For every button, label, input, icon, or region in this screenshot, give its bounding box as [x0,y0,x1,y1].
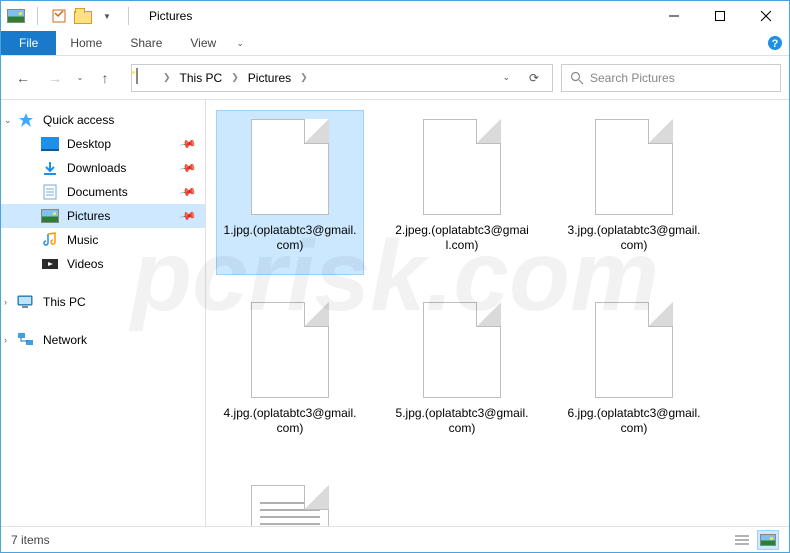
statusbar: 7 items [1,526,789,552]
pin-icon: 📌 [179,183,198,202]
view-largeicons-button[interactable] [757,530,779,550]
app-icon [7,7,25,25]
file-icon [251,302,329,398]
downloads-icon [41,159,59,177]
textfile-icon [251,485,329,526]
videos-icon [41,255,59,273]
sidebar-item-label: Documents [67,185,128,199]
pin-icon: 📌 [179,159,198,178]
file-item[interactable]: 4.jpg.(oplatabtc3@gmail.com) [216,293,364,458]
search-input[interactable]: Search Pictures [561,64,781,92]
sidebar-item-documents[interactable]: Documents 📌 [1,180,205,204]
sidebar-item-label: Desktop [67,137,111,151]
file-item[interactable]: 1.jpg.(oplatabtc3@gmail.com) [216,110,364,275]
sidebar-thispc[interactable]: › This PC [1,290,205,314]
ribbon-tabs: File Home Share View ⌄ ? [1,31,789,56]
pin-icon: 📌 [179,207,198,226]
file-icon [423,119,501,215]
file-pane[interactable]: 1.jpg.(oplatabtc3@gmail.com) 2.jpeg.(opla… [206,100,789,526]
breadcrumb-item-pictures[interactable]: Pictures [244,69,295,87]
sidebar-item-music[interactable]: Music [1,228,205,252]
music-icon [41,231,59,249]
documents-icon [41,183,59,201]
nav-up-button[interactable]: ↑ [91,64,119,92]
explorer-window: ▼ Pictures File Home Share View ⌄ ? ← → … [0,0,790,553]
file-icon [595,302,673,398]
breadcrumb-item-thispc[interactable]: This PC [176,69,227,87]
maximize-button[interactable] [697,1,743,31]
file-item[interactable]: 6.jpg.(oplatabtc3@gmail.com) [560,293,708,458]
tab-view[interactable]: View [176,31,230,55]
file-icon [595,119,673,215]
svg-text:?: ? [772,38,779,50]
file-name: 6.jpg.(oplatabtc3@gmail.com) [561,406,707,436]
star-icon [17,111,35,129]
qat-newfolder-icon[interactable] [74,7,92,25]
sidebar: ⌄ Quick access Desktop📌Downloads📌Documen… [1,100,206,526]
navbar: ← → ⌄ ↑ ❯ This PC ❯ Pictures ❯ ⌄ ⟳ Searc… [1,56,789,100]
chevron-right-icon[interactable]: ❯ [228,72,242,83]
tab-file[interactable]: File [1,31,56,55]
file-name: 4.jpg.(oplatabtc3@gmail.com) [217,406,363,436]
file-item[interactable]: 5.jpg.(oplatabtc3@gmail.com) [388,293,536,458]
chevron-right-icon[interactable]: › [4,335,7,345]
help-icon[interactable]: ? [761,31,789,55]
window-title: Pictures [149,9,192,23]
qat-properties-icon[interactable] [50,7,68,25]
ribbon-expand-icon[interactable]: ⌄ [230,31,250,55]
breadcrumb-location-icon [136,69,154,87]
nav-back-button[interactable]: ← [9,64,37,92]
qat-dropdown-icon[interactable]: ▼ [98,7,116,25]
pictures-icon [41,207,59,225]
sidebar-network[interactable]: › Network [1,328,205,352]
breadcrumb[interactable]: ❯ This PC ❯ Pictures ❯ ⌄ ⟳ [131,64,553,92]
sidebar-item-downloads[interactable]: Downloads 📌 [1,156,205,180]
view-details-button[interactable] [731,530,753,550]
nav-history-dropdown[interactable]: ⌄ [73,64,87,92]
status-item-count: 7 items [11,533,50,547]
file-item[interactable]: 3.jpg.(oplatabtc3@gmail.com) [560,110,708,275]
refresh-icon[interactable]: ⟳ [520,71,548,85]
file-item[interactable]: 2.jpeg.(oplatabtc3@gmail.com) [388,110,536,275]
pin-icon: 📌 [179,135,198,154]
close-button[interactable] [743,1,789,31]
tab-home[interactable]: Home [56,31,116,55]
search-placeholder: Search Pictures [590,71,675,85]
sidebar-item-desktop[interactable]: Desktop 📌 [1,132,205,156]
tab-share[interactable]: Share [116,31,176,55]
sidebar-item-label: Music [67,233,98,247]
file-name: 5.jpg.(oplatabtc3@gmail.com) [389,406,535,436]
file-name: 1.jpg.(oplatabtc3@gmail.com) [217,223,363,253]
sidebar-quickaccess-header[interactable]: ⌄ Quick access [1,108,205,132]
chevron-right-icon[interactable]: ❯ [160,72,174,83]
titlebar[interactable]: ▼ Pictures [1,1,789,31]
sidebar-item-label: Videos [67,257,103,271]
sidebar-item-videos[interactable]: Videos [1,252,205,276]
file-name: 2.jpeg.(oplatabtc3@gmail.com) [389,223,535,253]
chevron-down-icon[interactable]: ⌄ [4,115,12,126]
sidebar-item-pictures[interactable]: Pictures 📌 [1,204,205,228]
chevron-right-icon[interactable]: › [4,297,7,307]
desktop-icon [41,135,59,153]
search-icon [570,71,584,85]
sidebar-item-label: Pictures [67,209,110,223]
file-icon [251,119,329,215]
file-icon [423,302,501,398]
sidebar-item-label: Downloads [67,161,126,175]
network-icon [17,331,35,349]
file-item[interactable]: КАК РАСШИФРОВАТЬ ФАЙЛЫ.txt [216,476,364,526]
nav-forward-button[interactable]: → [41,64,69,92]
minimize-button[interactable] [651,1,697,31]
file-name: 3.jpg.(oplatabtc3@gmail.com) [561,223,707,253]
breadcrumb-dropdown-icon[interactable]: ⌄ [502,72,510,83]
chevron-right-icon[interactable]: ❯ [297,72,311,83]
computer-icon [17,293,35,311]
